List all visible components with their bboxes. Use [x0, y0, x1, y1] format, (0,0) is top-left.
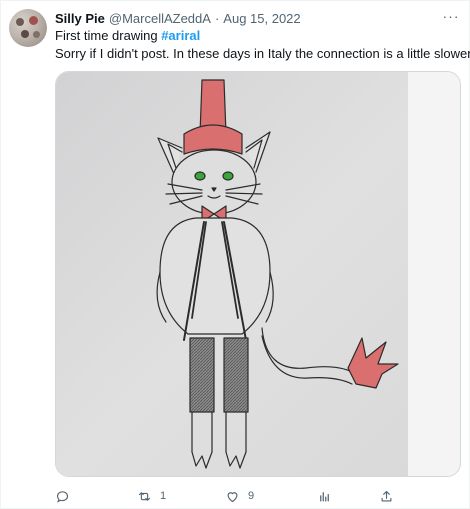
drawing-photo [56, 72, 460, 476]
reply-button[interactable] [55, 487, 78, 505]
like-button[interactable]: 9 [225, 487, 254, 505]
reply-icon [56, 490, 69, 503]
hashtag-link[interactable]: #ariral [161, 28, 200, 43]
share-icon [381, 490, 392, 501]
tweet-card[interactable]: Silly Pie @MarcellAZeddA · Aug 15, 2022 … [0, 0, 470, 509]
author-name[interactable]: Silly Pie [55, 11, 105, 26]
tweet-date[interactable]: Aug 15, 2022 [223, 11, 300, 26]
author-handle[interactable]: @MarcellAZeddA [109, 11, 211, 26]
separator-dot: · [214, 10, 220, 26]
retweet-button[interactable]: 1 [137, 487, 166, 505]
tweet-actions: 1 9 [55, 487, 455, 505]
tweet-text-line-1: First time drawing #ariral [55, 27, 200, 45]
heart-icon [227, 491, 238, 502]
share-button[interactable] [379, 487, 394, 505]
like-count: 9 [248, 490, 255, 502]
avatar[interactable] [9, 9, 47, 47]
views-chart-icon [320, 491, 329, 501]
retweet-count: 1 [160, 490, 167, 502]
tweet-header: Silly Pie @MarcellAZeddA · Aug 15, 2022 [55, 9, 301, 27]
more-options-icon[interactable]: ··· [441, 9, 461, 27]
views-button[interactable] [317, 487, 332, 505]
retweet-icon [138, 491, 151, 501]
tweet-text-prefix: First time drawing [55, 28, 162, 43]
tweet-image[interactable] [55, 71, 461, 477]
tweet-text-line-2: Sorry if I didn't post. In these days in… [55, 46, 470, 61]
